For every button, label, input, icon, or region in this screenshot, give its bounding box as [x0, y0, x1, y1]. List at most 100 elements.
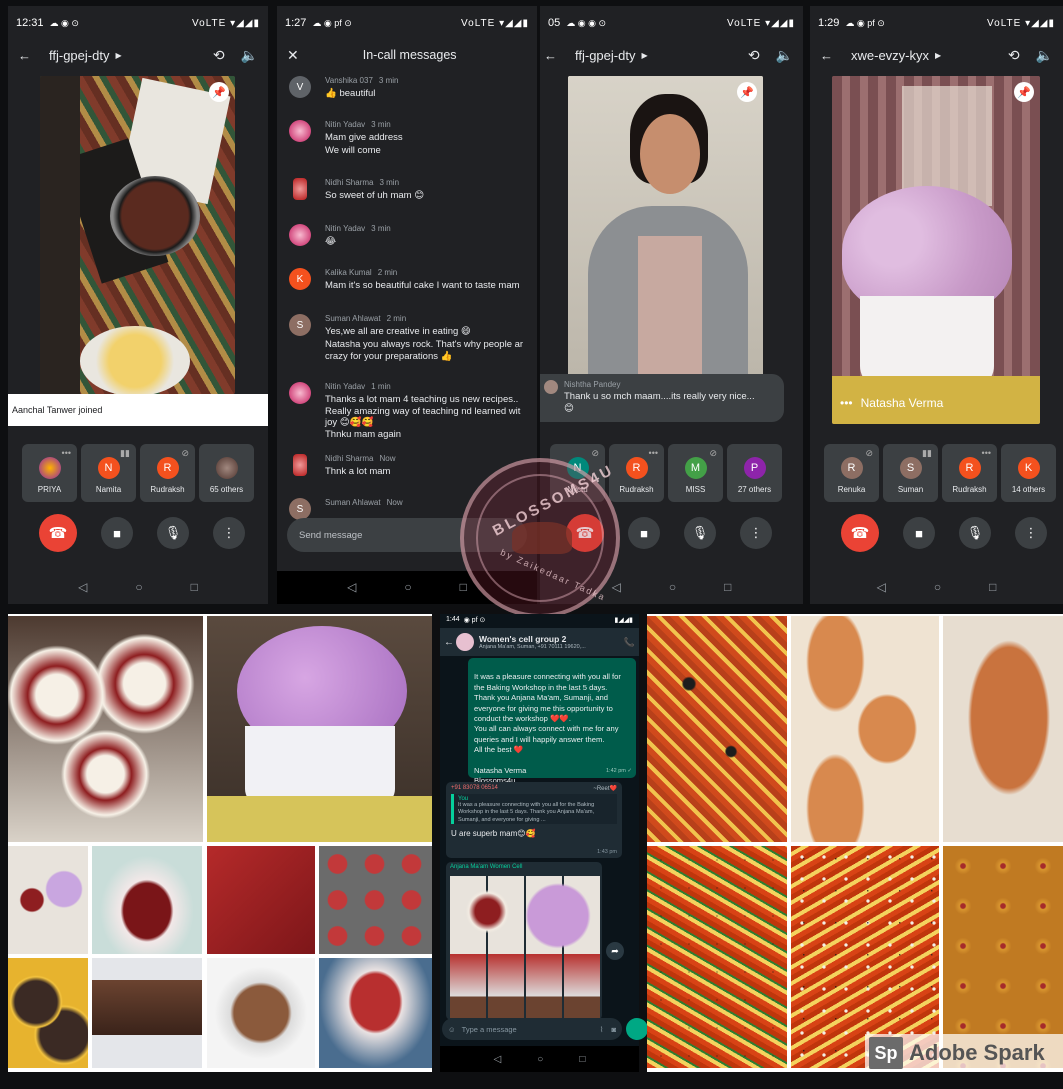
- sender-name: Vanshika 037: [325, 76, 373, 85]
- participant-tile[interactable]: ⊘ R Rudraksh: [140, 444, 195, 502]
- switch-camera-icon[interactable]: ⟲: [748, 47, 760, 64]
- caret-right-icon[interactable]: ▶: [641, 51, 647, 60]
- sent-message: It was a pleasure connecting with you al…: [468, 658, 636, 785]
- switch-camera-icon[interactable]: ⟲: [1008, 47, 1020, 64]
- meet-call-screen-4: 1:29 ☁ ◉ pf ⊙ VoLTE ▾◢◢▮ ← xwe-evzy-kyx …: [810, 6, 1063, 604]
- nav-home-icon[interactable]: ○: [404, 580, 411, 594]
- reply-sender: +91 83078 06514: [451, 785, 498, 791]
- nav-back-icon[interactable]: ◁: [78, 580, 87, 594]
- participant-tile[interactable]: ▮▮ S Suman: [883, 444, 938, 502]
- group-name[interactable]: Women's cell group 2: [479, 634, 586, 644]
- end-call-button[interactable]: ☎: [39, 514, 77, 552]
- quoted-message[interactable]: You It was a pleasure connecting with yo…: [451, 794, 617, 824]
- meeting-code[interactable]: ffj-gpej-dty: [49, 48, 109, 63]
- mic-button[interactable]: 🎙: [959, 517, 991, 549]
- status-icons: ◉ pf ⊙: [463, 617, 486, 624]
- more-icon[interactable]: •••: [840, 396, 853, 410]
- main-video: 📌 ••• Natasha Verma: [832, 76, 1040, 424]
- back-arrow-icon[interactable]: ←: [18, 48, 31, 63]
- status-bar: 1:29 ☁ ◉ pf ⊙ VoLTE ▾◢◢▮: [810, 6, 1063, 40]
- nav-recents-icon[interactable]: □: [724, 580, 731, 594]
- nav-home-icon[interactable]: ○: [934, 580, 941, 594]
- chat-message: K Kalika Kumal 2 min Mam it's so beautiful…: [289, 268, 531, 293]
- message-text: So sweet of uh mam 😊: [325, 190, 425, 201]
- participant-tile[interactable]: ••• R Rudraksh: [942, 444, 997, 502]
- nav-recents-icon[interactable]: □: [579, 1054, 585, 1065]
- speaker-icon[interactable]: 🔈: [241, 47, 258, 64]
- call-controls: ☎ ■ 🎙 ⋮: [841, 514, 1047, 552]
- adobe-spark-logo: Sp: [869, 1037, 903, 1069]
- more-options-button[interactable]: ⋮: [740, 517, 772, 549]
- back-arrow-icon[interactable]: ←: [544, 48, 557, 63]
- pin-icon[interactable]: 📌: [1014, 82, 1034, 102]
- more-options-button[interactable]: ⋮: [1015, 517, 1047, 549]
- meeting-code[interactable]: xwe-evzy-kyx: [851, 48, 929, 63]
- meeting-code[interactable]: ffj-gpej-dty: [575, 48, 635, 63]
- message-text: 👍 beautiful: [325, 88, 376, 99]
- participant-tile[interactable]: K 14 others: [1001, 444, 1056, 502]
- video-icon: ■: [113, 525, 121, 541]
- avatar-group: [215, 457, 238, 479]
- more-icon[interactable]: •••: [982, 448, 991, 458]
- participant-tile[interactable]: ▮▮ N Namita: [81, 444, 136, 502]
- speaker-icon[interactable]: 🔈: [1036, 47, 1053, 64]
- chat-caption: Nishtha Pandey Thank u so mch maam....it…: [540, 374, 784, 422]
- call-header: ← ffj-gpej-dty ▶ ⟲ 🔈: [540, 40, 803, 70]
- nav-back-icon[interactable]: ◁: [347, 580, 356, 594]
- camera-icon[interactable]: ◙: [611, 1025, 616, 1034]
- participant-tile[interactable]: ••• R Rudraksh: [609, 444, 664, 502]
- participant-tile[interactable]: P 27 others: [727, 444, 782, 502]
- participant-tile[interactable]: ⊘ R Renuka: [824, 444, 879, 502]
- caret-right-icon[interactable]: ▶: [115, 51, 121, 60]
- close-icon[interactable]: ✕: [287, 47, 299, 64]
- back-arrow-icon[interactable]: ←: [444, 637, 454, 648]
- nav-home-icon[interactable]: ○: [669, 580, 676, 594]
- camera-button[interactable]: ■: [628, 517, 660, 549]
- switch-camera-icon[interactable]: ⟲: [213, 47, 225, 64]
- end-call-button[interactable]: ☎: [841, 514, 879, 552]
- more-options-button[interactable]: ⋮: [213, 517, 245, 549]
- emoji-icon[interactable]: ☺: [448, 1025, 456, 1034]
- chat-message: Nitin Yadav 3 min 😂: [289, 224, 531, 249]
- share-button[interactable]: ➦: [606, 942, 624, 960]
- camera-button[interactable]: ■: [101, 517, 133, 549]
- more-icon[interactable]: •••: [649, 448, 658, 458]
- add-call-icon[interactable]: 📞: [624, 637, 635, 648]
- avatar: K: [289, 268, 311, 290]
- nav-back-icon[interactable]: ◁: [877, 580, 886, 594]
- nav-back-icon[interactable]: ◁: [494, 1054, 502, 1065]
- message-input-bar[interactable]: ☺ Type a message ⌇ ◙: [442, 1018, 622, 1040]
- participant-tile[interactable]: ⊘ M MISS: [668, 444, 723, 502]
- pin-icon[interactable]: 📌: [737, 82, 757, 102]
- nav-recents-icon[interactable]: □: [989, 580, 996, 594]
- signal-icons: VoLTE ▾◢◢▮: [192, 17, 260, 29]
- nav-recents-icon[interactable]: □: [191, 580, 198, 594]
- image-grid[interactable]: [450, 876, 600, 1018]
- nav-home-icon[interactable]: ○: [537, 1054, 543, 1065]
- avatar: S: [899, 457, 922, 479]
- pin-icon[interactable]: 📌: [209, 82, 229, 102]
- nav-home-icon[interactable]: ○: [135, 580, 142, 594]
- whatsapp-chat-screen: 1:44 ◉ pf ⊙ ▮◢◢▮ ← Women's cell group 2 …: [440, 614, 648, 1072]
- mic-send-button[interactable]: [626, 1018, 648, 1040]
- messages-header: ✕ In-call messages: [277, 40, 537, 70]
- mic-icon: 🎙: [966, 525, 984, 540]
- message-text: Thanks a lot mam 4 teaching us new recip…: [325, 394, 521, 440]
- back-arrow-icon[interactable]: ←: [820, 48, 833, 63]
- attach-icon[interactable]: ⌇: [600, 1025, 604, 1034]
- camera-button[interactable]: ■: [903, 517, 935, 549]
- adobe-spark-text: Adobe Spark: [909, 1040, 1045, 1065]
- mic-button[interactable]: 🎙: [684, 517, 716, 549]
- message-time: 3 min: [378, 76, 399, 85]
- caret-right-icon[interactable]: ▶: [935, 51, 941, 60]
- mic-button[interactable]: 🎙: [157, 517, 189, 549]
- participant-tile[interactable]: ••• PRIYA: [22, 444, 77, 502]
- more-icon[interactable]: •••: [62, 448, 71, 458]
- chocolate-mousse-photo: [207, 958, 315, 1068]
- nav-back-icon[interactable]: ◁: [612, 580, 621, 594]
- nav-recents-icon[interactable]: □: [460, 580, 467, 594]
- wa-nav-bar: ◁ ○ □: [440, 1046, 639, 1072]
- participant-tile[interactable]: 65 others: [199, 444, 254, 502]
- speaker-icon[interactable]: 🔈: [776, 47, 793, 64]
- mic-icon: 🎙: [691, 525, 709, 540]
